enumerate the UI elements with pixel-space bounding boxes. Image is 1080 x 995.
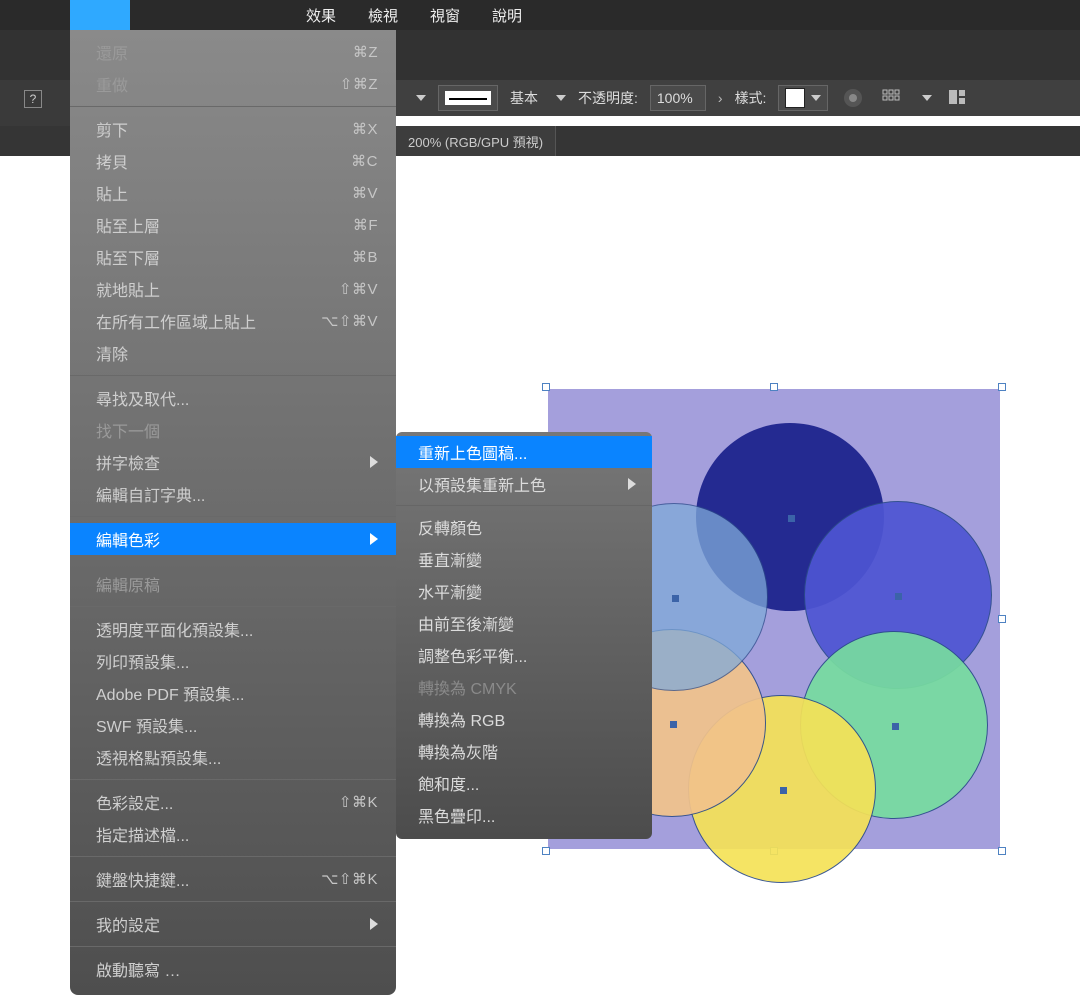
menu-copy[interactable]: 拷貝⌘C <box>70 145 396 177</box>
style-swatch[interactable] <box>778 85 828 111</box>
menu-my-settings[interactable]: 我的設定 <box>70 908 396 940</box>
stroke-preview[interactable] <box>438 85 498 111</box>
submenu-convert-grayscale[interactable]: 轉換為灰階 <box>396 735 652 767</box>
chevron-right-icon <box>370 533 378 545</box>
menu-color-settings[interactable]: 色彩設定...⇧⌘K <box>70 786 396 818</box>
arrow-icon[interactable]: › <box>718 90 723 106</box>
menubar-help[interactable]: 說明 <box>476 0 538 30</box>
menubar-view[interactable]: 檢視 <box>352 0 414 30</box>
style-label: 樣式: <box>735 88 767 108</box>
dropdown-icon[interactable] <box>416 95 426 101</box>
stroke-style-dropdown[interactable] <box>556 95 566 101</box>
menu-swf-presets[interactable]: SWF 預設集... <box>70 709 396 741</box>
menubar-effect[interactable]: 效果 <box>290 0 352 30</box>
menu-perspective-presets[interactable]: 透視格點預設集... <box>70 741 396 773</box>
menu-transparency-presets[interactable]: 透明度平面化預設集... <box>70 613 396 645</box>
align-icon[interactable] <box>878 85 904 111</box>
submenu-invert-colors[interactable]: 反轉顏色 <box>396 511 652 543</box>
menu-cut[interactable]: 剪下⌘X <box>70 113 396 145</box>
opacity-label: 不透明度: <box>578 88 638 108</box>
menu-edit-colors[interactable]: 編輯色彩 <box>70 523 396 555</box>
submenu-recolor-with-preset[interactable]: 以預設集重新上色 <box>396 468 652 500</box>
menu-keyboard-shortcuts[interactable]: 鍵盤快捷鍵...⌥⇧⌘K <box>70 863 396 895</box>
menubar-window[interactable]: 視窗 <box>414 0 476 30</box>
arrange-icon[interactable] <box>944 85 970 111</box>
menu-paste[interactable]: 貼上⌘V <box>70 177 396 209</box>
chevron-right-icon <box>370 918 378 930</box>
opacity-value[interactable]: 100% <box>650 85 706 111</box>
menu-find-next: 找下一個 <box>70 414 396 446</box>
document-tab[interactable]: 200% (RGB/GPU 預視) <box>396 126 556 156</box>
stroke-style-label: 基本 <box>510 88 538 108</box>
menu-start-dictation[interactable]: 啟動聽寫 … <box>70 953 396 985</box>
submenu-adjust-color-balance[interactable]: 調整色彩平衡... <box>396 639 652 671</box>
edit-menu: 還原⌘Z 重做⇧⌘Z 剪下⌘X 拷貝⌘C 貼上⌘V 貼至上層⌘F 貼至下層⌘B … <box>70 30 396 995</box>
submenu-blend-horizontally[interactable]: 水平漸變 <box>396 575 652 607</box>
submenu-blend-vertically[interactable]: 垂直漸變 <box>396 543 652 575</box>
submenu-saturate[interactable]: 飽和度... <box>396 767 652 799</box>
submenu-recolor-artwork[interactable]: 重新上色圖稿... <box>396 436 652 468</box>
recolor-icon[interactable] <box>840 85 866 111</box>
submenu-blend-front-to-back[interactable]: 由前至後漸變 <box>396 607 652 639</box>
menu-paste-in-place[interactable]: 就地貼上⇧⌘V <box>70 273 396 305</box>
menu-pdf-presets[interactable]: Adobe PDF 預設集... <box>70 677 396 709</box>
menu-find-replace[interactable]: 尋找及取代... <box>70 382 396 414</box>
menu-print-presets[interactable]: 列印預設集... <box>70 645 396 677</box>
chevron-right-icon <box>628 478 636 490</box>
submenu-convert-rgb[interactable]: 轉換為 RGB <box>396 703 652 735</box>
menu-edit-original: 編輯原稿 <box>70 568 396 600</box>
menu-paste-back[interactable]: 貼至下層⌘B <box>70 241 396 273</box>
menu-redo: 重做⇧⌘Z <box>70 68 396 100</box>
menubar-edit[interactable] <box>70 0 130 30</box>
menu-undo[interactable]: 還原⌘Z <box>70 36 396 68</box>
menu-custom-dictionary[interactable]: 編輯自訂字典... <box>70 478 396 510</box>
menu-clear[interactable]: 清除 <box>70 337 396 369</box>
menu-spellcheck[interactable]: 拼字檢查 <box>70 446 396 478</box>
app-menubar: 效果 檢視 視窗 說明 <box>0 0 1080 30</box>
chevron-right-icon <box>370 456 378 468</box>
align-dropdown[interactable] <box>922 95 932 101</box>
submenu-overprint-black[interactable]: 黑色疊印... <box>396 799 652 831</box>
submenu-convert-cmyk: 轉換為 CMYK <box>396 671 652 703</box>
edit-colors-submenu: 重新上色圖稿... 以預設集重新上色 反轉顏色 垂直漸變 水平漸變 由前至後漸變… <box>396 432 652 839</box>
menu-assign-profile[interactable]: 指定描述檔... <box>70 818 396 850</box>
menu-paste-all-artboards[interactable]: 在所有工作區域上貼上⌥⇧⌘V <box>70 305 396 337</box>
menu-paste-front[interactable]: 貼至上層⌘F <box>70 209 396 241</box>
